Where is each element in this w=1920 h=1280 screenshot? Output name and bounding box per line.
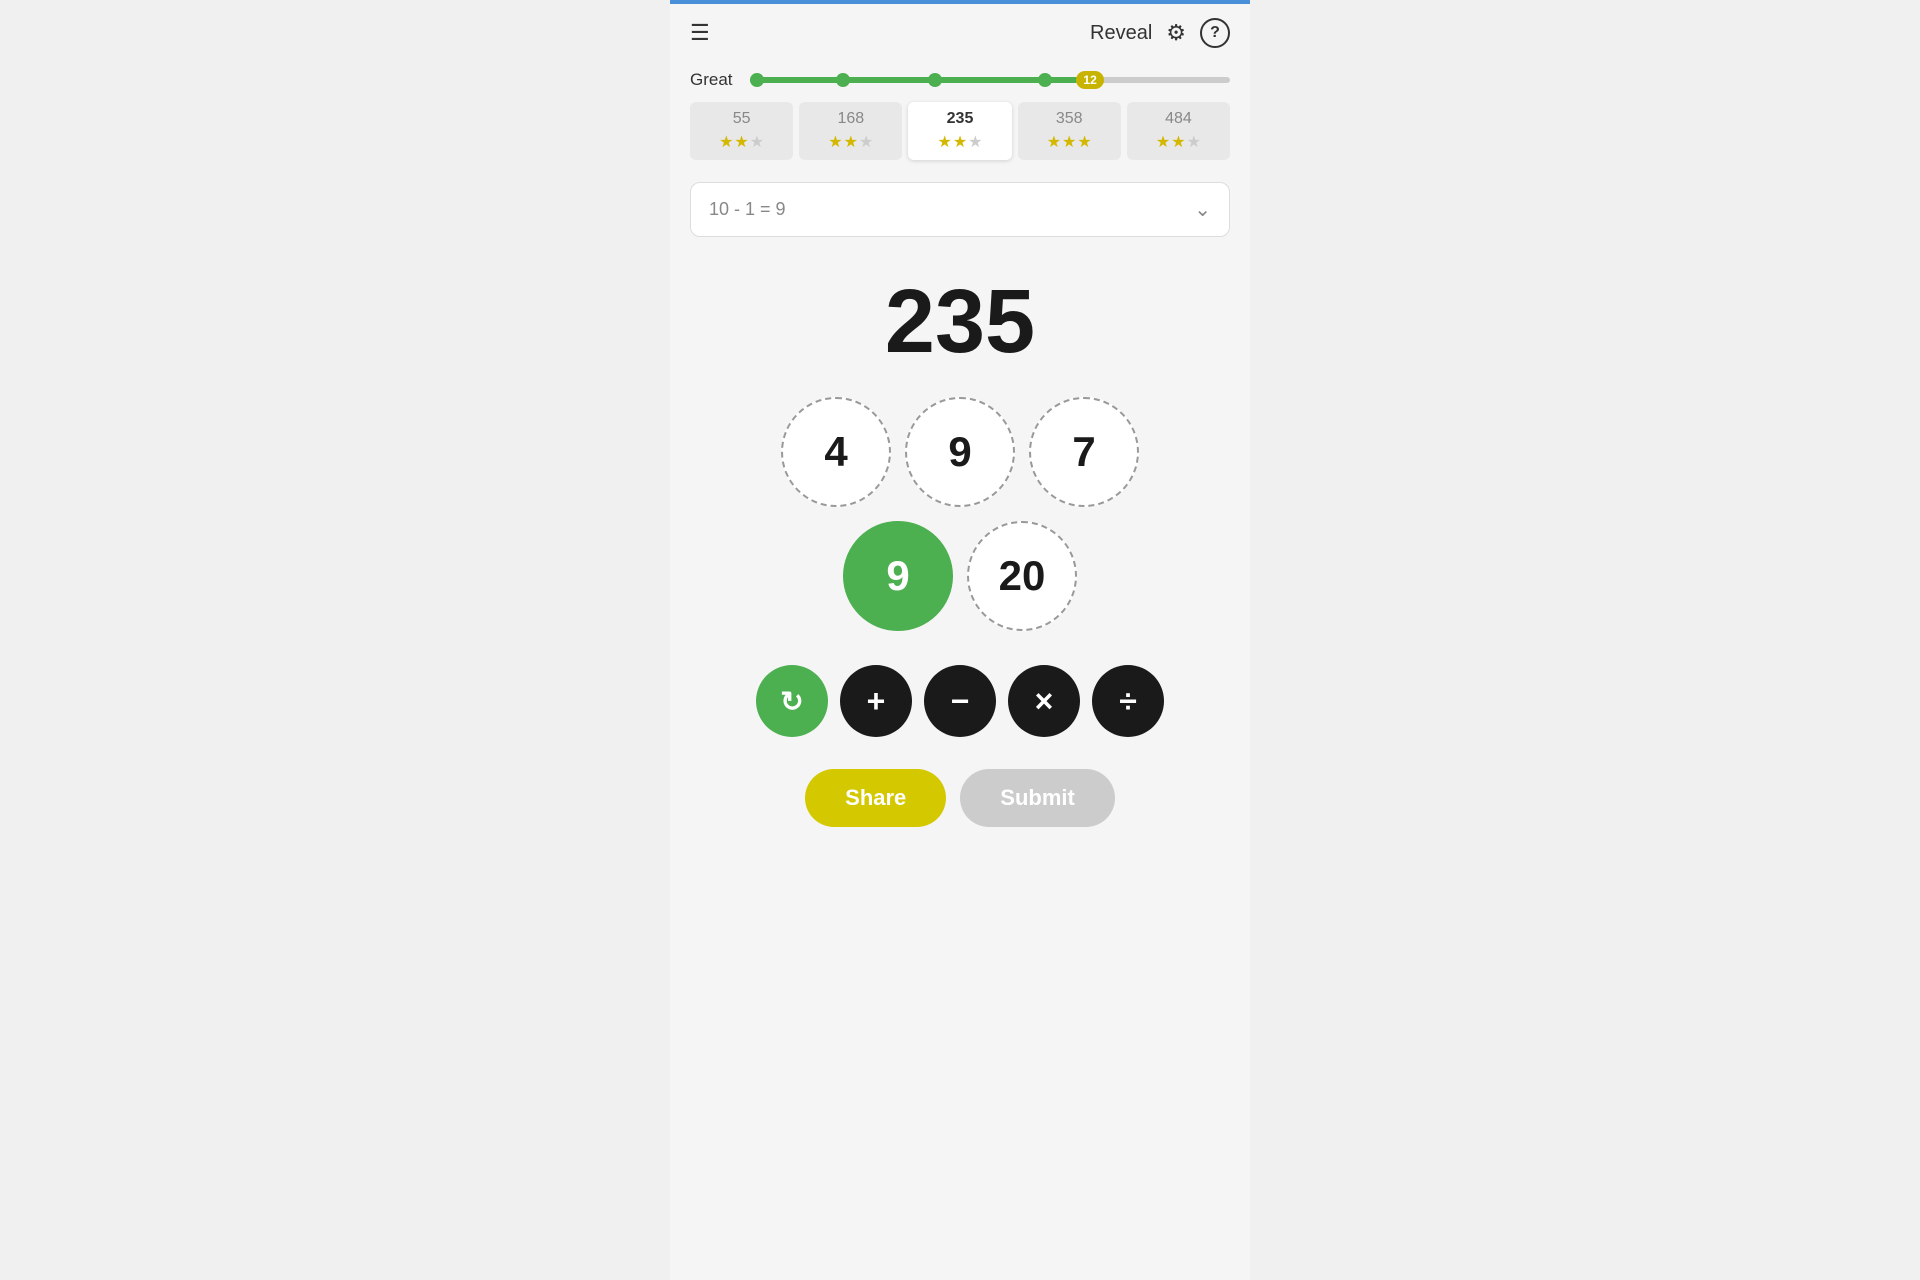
number-grid: 4 9 7 9 20 — [670, 387, 1250, 641]
number-cell-9a[interactable]: 9 — [905, 397, 1015, 507]
score-cards: 55 ★ ★ ★ 168 ★ ★ ★ 235 ★ — [690, 102, 1230, 160]
reveal-label[interactable]: Reveal — [1090, 22, 1152, 45]
main-number-section: 235 — [670, 237, 1250, 387]
number-row-1: 9 20 — [843, 521, 1077, 631]
action-row: Share Submit — [670, 753, 1250, 867]
submit-button[interactable]: Submit — [960, 769, 1115, 827]
star-icon: ★ — [1171, 132, 1185, 152]
equation-section: 10 - 1 = 9 ⌄ — [670, 182, 1250, 237]
number-cell-20[interactable]: 20 — [967, 521, 1077, 631]
main-number: 235 — [885, 277, 1035, 367]
dot-1 — [836, 73, 850, 87]
score-card-number-0: 55 — [733, 110, 751, 128]
star-icon: ★ — [1187, 132, 1201, 152]
star-icon: ★ — [859, 132, 873, 152]
star-icon: ★ — [734, 132, 748, 152]
score-card-number-1: 168 — [837, 110, 864, 128]
score-card-4[interactable]: 484 ★ ★ ★ — [1127, 102, 1230, 160]
stars-3: ★ ★ ★ — [1047, 132, 1092, 152]
score-card-number-4: 484 — [1165, 110, 1192, 128]
dot-0 — [750, 73, 764, 87]
score-card-number-2: 235 — [947, 110, 974, 128]
header: ☰ Reveal ⚙ ? — [670, 4, 1250, 62]
number-cell-4[interactable]: 4 — [781, 397, 891, 507]
star-icon: ★ — [750, 132, 764, 152]
star-icon: ★ — [828, 132, 842, 152]
score-card-1[interactable]: 168 ★ ★ ★ — [799, 102, 902, 160]
star-icon: ★ — [953, 132, 967, 152]
star-icon: ★ — [844, 132, 858, 152]
score-card-3[interactable]: 358 ★ ★ ★ — [1018, 102, 1121, 160]
add-button[interactable]: + — [840, 665, 912, 737]
progress-row: Great 12 — [690, 70, 1230, 90]
star-icon: ★ — [968, 132, 982, 152]
dot-2 — [928, 73, 942, 87]
gear-icon[interactable]: ⚙ — [1166, 20, 1186, 46]
number-cell-7[interactable]: 7 — [1029, 397, 1139, 507]
score-card-number-3: 358 — [1056, 110, 1083, 128]
app-container: ☰ Reveal ⚙ ? Great 12 55 — [670, 0, 1250, 1280]
chevron-down-icon: ⌄ — [1194, 197, 1211, 222]
stars-0: ★ ★ ★ — [719, 132, 764, 152]
progress-label: Great — [690, 70, 738, 90]
score-card-2[interactable]: 235 ★ ★ ★ — [908, 102, 1011, 160]
subtract-button[interactable]: − — [924, 665, 996, 737]
star-icon: ★ — [1077, 132, 1091, 152]
number-row-0: 4 9 7 — [781, 397, 1139, 507]
divide-button[interactable]: ÷ — [1092, 665, 1164, 737]
stars-4: ★ ★ ★ — [1156, 132, 1201, 152]
star-icon: ★ — [937, 132, 951, 152]
equation-text: 10 - 1 = 9 — [709, 199, 786, 220]
stars-2: ★ ★ ★ — [937, 132, 982, 152]
hamburger-icon[interactable]: ☰ — [690, 22, 710, 44]
equation-dropdown[interactable]: 10 - 1 = 9 ⌄ — [690, 182, 1230, 237]
star-icon: ★ — [1156, 132, 1170, 152]
share-button[interactable]: Share — [805, 769, 946, 827]
star-icon: ★ — [719, 132, 733, 152]
dot-3 — [1038, 73, 1052, 87]
star-badge: 12 — [1076, 71, 1103, 89]
progress-section: Great 12 55 ★ ★ ★ — [670, 62, 1250, 172]
progress-track-wrapper: 12 — [750, 73, 1230, 87]
help-icon[interactable]: ? — [1200, 18, 1230, 48]
score-card-0[interactable]: 55 ★ ★ ★ — [690, 102, 793, 160]
header-right: Reveal ⚙ ? — [1090, 18, 1230, 48]
star-icon: ★ — [1047, 132, 1061, 152]
undo-button[interactable]: ↻ — [756, 665, 828, 737]
number-cell-9-selected[interactable]: 9 — [843, 521, 953, 631]
stars-1: ★ ★ ★ — [828, 132, 873, 152]
star-icon: ★ — [1062, 132, 1076, 152]
operation-row: ↻ + − × ÷ — [670, 641, 1250, 753]
multiply-button[interactable]: × — [1008, 665, 1080, 737]
